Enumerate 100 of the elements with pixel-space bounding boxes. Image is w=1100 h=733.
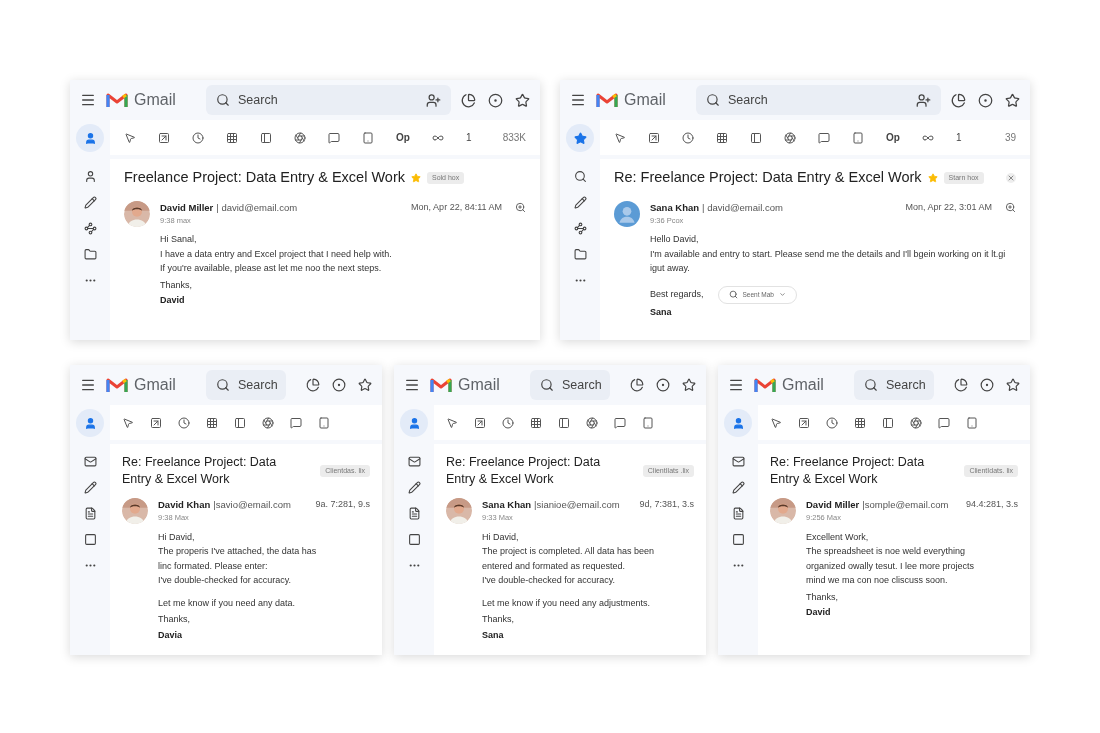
comment-icon[interactable] [614, 416, 626, 429]
chart-icon[interactable] [954, 378, 968, 392]
aperture-icon[interactable] [784, 131, 796, 144]
search-field[interactable]: Search [206, 85, 451, 115]
menu-icon[interactable] [570, 92, 586, 108]
caret-icon [778, 291, 786, 299]
chart-icon[interactable] [951, 92, 966, 108]
chart-icon[interactable] [461, 92, 476, 108]
email-subject: Re: Freelance Project: Data Entry & Excel Work [770, 454, 926, 488]
panel-icon[interactable] [260, 131, 272, 144]
route-icon[interactable] [573, 222, 587, 235]
panel-icon[interactable] [750, 131, 762, 144]
menu-icon[interactable] [728, 377, 744, 393]
pointer-icon[interactable] [122, 416, 134, 429]
panel-icon[interactable] [234, 416, 246, 429]
grid-icon[interactable] [226, 131, 238, 144]
person-icon[interactable] [83, 170, 97, 183]
zoom-icon[interactable] [515, 202, 526, 214]
mail-icon[interactable] [407, 455, 421, 468]
square-icon[interactable] [407, 533, 421, 546]
search-field[interactable]: Search [530, 370, 610, 400]
clock-icon[interactable] [178, 416, 190, 429]
comment-icon[interactable] [938, 416, 950, 429]
folder-icon[interactable] [83, 248, 97, 261]
menu-icon[interactable] [80, 377, 96, 393]
pencil-icon[interactable] [731, 481, 745, 494]
clock-icon[interactable] [682, 131, 694, 144]
grid-icon[interactable] [854, 416, 866, 429]
pointer-icon[interactable] [124, 131, 136, 144]
star-icon[interactable] [515, 92, 530, 108]
tablet-icon[interactable] [966, 416, 978, 429]
file-icon[interactable] [407, 507, 421, 520]
comment-icon[interactable] [328, 131, 340, 144]
star-icon[interactable] [358, 378, 372, 392]
clock-icon[interactable] [826, 416, 838, 429]
grid-icon[interactable] [530, 416, 542, 429]
square-icon[interactable] [83, 533, 97, 546]
search-field[interactable]: Search [854, 370, 934, 400]
active-nav-button[interactable] [76, 124, 104, 152]
tablet-icon[interactable] [852, 131, 864, 144]
settings-icon[interactable] [656, 378, 670, 392]
chart-icon[interactable] [630, 378, 644, 392]
search-field[interactable]: Search [696, 85, 941, 115]
comment-icon[interactable] [818, 131, 830, 144]
route-icon[interactable] [83, 222, 97, 235]
aperture-icon[interactable] [294, 131, 306, 144]
external-link-icon[interactable] [474, 416, 486, 429]
panel-icon[interactable] [882, 416, 894, 429]
pencil-icon[interactable] [83, 481, 97, 494]
settings-icon[interactable] [332, 378, 346, 392]
person-add-icon[interactable] [916, 92, 931, 108]
tablet-icon[interactable] [362, 131, 374, 144]
file-icon[interactable] [83, 507, 97, 520]
grid-icon[interactable] [206, 416, 218, 429]
folder-icon[interactable] [573, 248, 587, 261]
aperture-icon[interactable] [262, 416, 274, 429]
chart-icon[interactable] [306, 378, 320, 392]
settings-icon[interactable] [488, 92, 503, 108]
active-nav-button[interactable] [566, 124, 594, 152]
grid-icon[interactable] [716, 131, 728, 144]
close-icon[interactable] [1006, 172, 1016, 183]
star-icon[interactable] [1005, 92, 1020, 108]
body-text: I've double-checked for accuracy. [158, 574, 293, 587]
settings-icon[interactable] [980, 378, 994, 392]
pencil-icon[interactable] [83, 196, 97, 209]
active-nav-button[interactable] [400, 409, 428, 437]
square-icon[interactable] [731, 533, 745, 546]
pointer-icon[interactable] [446, 416, 458, 429]
aperture-icon[interactable] [910, 416, 922, 429]
external-link-icon[interactable] [798, 416, 810, 429]
settings-icon[interactable] [978, 92, 993, 108]
clock-icon[interactable] [192, 131, 204, 144]
file-icon[interactable] [731, 507, 745, 520]
panel-icon[interactable] [558, 416, 570, 429]
active-nav-button[interactable] [724, 409, 752, 437]
external-link-icon[interactable] [150, 416, 162, 429]
body-text: Excellent Work, [806, 530, 870, 544]
tablet-icon[interactable] [318, 416, 330, 429]
pointer-icon[interactable] [614, 131, 626, 144]
search-field[interactable]: Search [206, 370, 286, 400]
tablet-icon[interactable] [642, 416, 654, 429]
pointer-icon[interactable] [770, 416, 782, 429]
person-add-icon[interactable] [426, 92, 441, 108]
external-link-icon[interactable] [158, 131, 170, 144]
search-icon[interactable] [573, 170, 587, 183]
active-nav-button[interactable] [76, 409, 104, 437]
aperture-icon[interactable] [586, 416, 598, 429]
mail-icon[interactable] [83, 455, 97, 468]
mail-icon[interactable] [731, 455, 745, 468]
clock-icon[interactable] [502, 416, 514, 429]
zoom-icon[interactable] [1005, 202, 1016, 214]
external-link-icon[interactable] [648, 131, 660, 144]
pencil-icon[interactable] [573, 196, 587, 209]
sender-email: | david@email.com [702, 200, 783, 215]
star-icon[interactable] [1006, 378, 1020, 392]
star-icon[interactable] [682, 378, 696, 392]
comment-icon[interactable] [290, 416, 302, 429]
pencil-icon[interactable] [407, 481, 421, 494]
menu-icon[interactable] [80, 92, 96, 108]
menu-icon[interactable] [404, 377, 420, 393]
